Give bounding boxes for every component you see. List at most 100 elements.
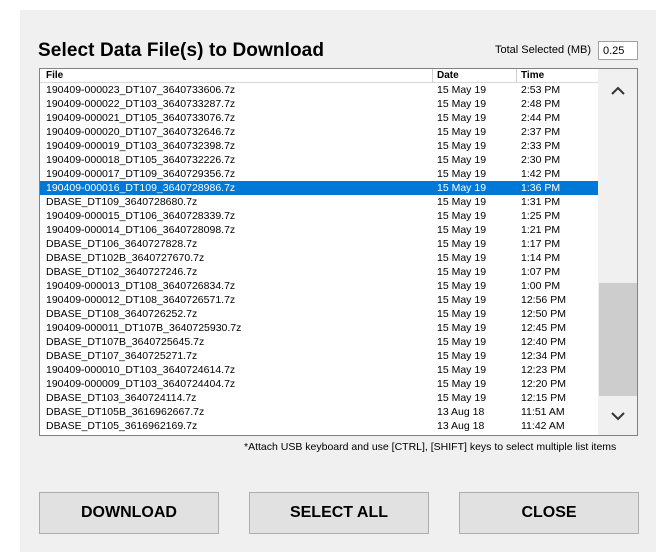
list-item-time: 1:07 PM	[521, 266, 561, 278]
list-item[interactable]: 190409-000019_DT103_3640732398.7z 15 May …	[40, 139, 598, 153]
list-item[interactable]: 190409-000020_DT107_3640732646.7z 15 May …	[40, 125, 598, 139]
list-item-date: 13 Aug 18	[437, 420, 485, 432]
list-item-file: 190409-000014_DT106_3640728098.7z	[46, 224, 236, 236]
list-item-time: 1:36 PM	[521, 182, 561, 194]
list-item-time: 12:56 PM	[521, 294, 566, 306]
file-list[interactable]: File Date Time 190409-000023_DT107_36407…	[39, 68, 638, 436]
scroll-up-button[interactable]	[598, 75, 637, 105]
list-item-date: 15 May 19	[437, 224, 487, 236]
list-item-time: 2:53 PM	[521, 84, 561, 96]
list-item[interactable]: 190409-000011_DT107B_3640725930.7z 15 May…	[40, 321, 598, 335]
list-header: File Date Time	[40, 69, 598, 83]
dialog-title: Select Data File(s) to Download	[38, 40, 325, 61]
total-selected-field: 0.25	[598, 41, 638, 60]
list-item[interactable]: DBASE_DT108_3640726252.7z 15 May 19 12:50 …	[40, 307, 598, 321]
list-item[interactable]: DBASE_DT102_3640727246.7z 15 May 19 1:07 P…	[40, 265, 598, 279]
list-item-time: 2:48 PM	[521, 98, 561, 110]
list-item-date: 15 May 19	[437, 280, 487, 292]
list-item-file: 190409-000018_DT105_3640732226.7z	[46, 154, 236, 166]
list-item-file: DBASE_DT107B_3640725645.7z	[46, 336, 205, 348]
list-item-time: 12:34 PM	[521, 350, 566, 362]
list-item-date: 15 May 19	[437, 238, 487, 250]
list-item-time: 2:37 PM	[521, 126, 561, 138]
list-item-time: 2:30 PM	[521, 154, 561, 166]
list-item-file: DBASE_DT106_3640727828.7z	[46, 238, 198, 250]
chevron-down-icon	[611, 411, 625, 420]
list-item-time: 12:50 PM	[521, 308, 566, 320]
list-item-date: 15 May 19	[437, 378, 487, 390]
list-item-date: 15 May 19	[437, 294, 487, 306]
list-item-file: 190409-000015_DT106_3640728339.7z	[46, 210, 236, 222]
column-header-time[interactable]: Time	[521, 70, 544, 81]
list-item[interactable]: DBASE_DT109_3640728680.7z 15 May 19 1:31 P…	[40, 195, 598, 209]
column-divider[interactable]	[432, 69, 433, 83]
list-item[interactable]: DBASE_DT103_3640724114.7z 15 May 19 12:15 …	[40, 391, 598, 405]
close-button[interactable]: CLOSE	[459, 492, 639, 534]
list-item-time: 12:23 PM	[521, 364, 566, 376]
list-item-time: 12:45 PM	[521, 322, 566, 334]
list-item-file: 190409-000019_DT103_3640732398.7z	[46, 140, 236, 152]
list-item-file: DBASE_DT108_3640726252.7z	[46, 308, 198, 320]
list-item-date: 15 May 19	[437, 392, 487, 404]
list-item[interactable]: 190409-000014_DT106_3640728098.7z 15 May …	[40, 223, 598, 237]
list-item-file: 190409-000010_DT103_3640724614.7z	[46, 364, 236, 376]
list-item-date: 15 May 19	[437, 336, 487, 348]
list-item[interactable]: 190409-000016_DT109_3640728986.7z 15 May …	[40, 181, 598, 195]
list-item-time: 12:15 PM	[521, 392, 566, 404]
list-item-file: 190409-000017_DT109_3640729356.7z	[46, 168, 236, 180]
list-item-time: 1:00 PM	[521, 280, 561, 292]
column-header-file[interactable]: File	[46, 70, 63, 81]
list-item-time: 12:40 PM	[521, 336, 566, 348]
list-item[interactable]: DBASE_DT105_3616962169.7z 13 Aug 18 11:42 …	[40, 419, 598, 433]
list-item-file: DBASE_DT109_3640728680.7z	[46, 196, 198, 208]
list-item[interactable]: 190409-000012_DT108_3640726571.7z 15 May …	[40, 293, 598, 307]
list-item-date: 15 May 19	[437, 154, 487, 166]
list-item-time: 1:31 PM	[521, 196, 561, 208]
list-item[interactable]: 190409-000013_DT108_3640726834.7z 15 May …	[40, 279, 598, 293]
list-item-file: 190409-000012_DT108_3640726571.7z	[46, 294, 236, 306]
list-item-time: 12:20 PM	[521, 378, 566, 390]
list-item[interactable]: 190409-000017_DT109_3640729356.7z 15 May …	[40, 167, 598, 181]
list-item-file: 190409-000023_DT107_3640733606.7z	[46, 84, 236, 96]
list-item-file: 190409-000009_DT103_3640724404.7z	[46, 378, 236, 390]
select-all-button[interactable]: SELECT ALL	[249, 492, 429, 534]
column-header-date[interactable]: Date	[437, 70, 459, 81]
multi-select-hint: *Attach USB keyboard and use [CTRL], [SH…	[244, 441, 617, 453]
column-divider[interactable]	[516, 69, 517, 83]
list-item-time: 11:42 AM	[521, 420, 565, 432]
list-item-date: 15 May 19	[437, 112, 487, 124]
list-item-time: 1:17 PM	[521, 238, 561, 250]
list-item-file: DBASE_DT105B_3616962667.7z	[46, 406, 205, 418]
list-item[interactable]: DBASE_DT106_3640727828.7z 15 May 19 1:17 P…	[40, 237, 598, 251]
list-item[interactable]: 190409-000022_DT103_3640733287.7z 15 May …	[40, 97, 598, 111]
list-item-file: DBASE_DT107_3640725271.7z	[46, 350, 198, 362]
list-item-date: 15 May 19	[437, 210, 487, 222]
list-item-time: 1:42 PM	[521, 168, 561, 180]
list-item-date: 15 May 19	[437, 364, 487, 376]
list-item[interactable]: DBASE_DT107B_3640725645.7z 15 May 19 12:40…	[40, 335, 598, 349]
list-item[interactable]: DBASE_DT105B_3616962667.7z 13 Aug 18 11:51…	[40, 405, 598, 419]
list-item[interactable]: 190409-000023_DT107_3640733606.7z 15 May …	[40, 83, 598, 97]
list-item-file: 190409-000011_DT107B_3640725930.7z	[46, 322, 242, 334]
scroll-thumb[interactable]	[599, 283, 637, 396]
list-item-time: 1:14 PM	[521, 252, 561, 264]
list-item-file: 190409-000022_DT103_3640733287.7z	[46, 98, 236, 110]
download-button[interactable]: DOWNLOAD	[39, 492, 219, 534]
list-item-file: 190409-000016_DT109_3640728986.7z	[46, 182, 236, 194]
list-item-time: 1:25 PM	[521, 210, 561, 222]
list-item[interactable]: 190409-000015_DT106_3640728339.7z 15 May …	[40, 209, 598, 223]
list-item-time: 11:51 AM	[521, 406, 565, 418]
list-item-file: 190409-000020_DT107_3640732646.7z	[46, 126, 236, 138]
vertical-scrollbar[interactable]	[598, 69, 637, 435]
list-item-date: 15 May 19	[437, 168, 487, 180]
list-item[interactable]: 190409-000021_DT105_3640733076.7z 15 May …	[40, 111, 598, 125]
list-item-time: 2:33 PM	[521, 140, 561, 152]
list-item[interactable]: 190409-000009_DT103_3640724404.7z 15 May …	[40, 377, 598, 391]
list-item[interactable]: 190409-000010_DT103_3640724614.7z 15 May …	[40, 363, 598, 377]
scroll-down-button[interactable]	[598, 401, 637, 431]
list-item[interactable]: 190409-000018_DT105_3640732226.7z 15 May …	[40, 153, 598, 167]
list-item-file: DBASE_DT103_3640724114.7z	[46, 392, 197, 404]
list-item[interactable]: DBASE_DT102B_3640727670.7z 15 May 19 1:14 …	[40, 251, 598, 265]
list-item-file: 190409-000021_DT105_3640733076.7z	[46, 112, 236, 124]
list-item[interactable]: DBASE_DT107_3640725271.7z 15 May 19 12:34 …	[40, 349, 598, 363]
